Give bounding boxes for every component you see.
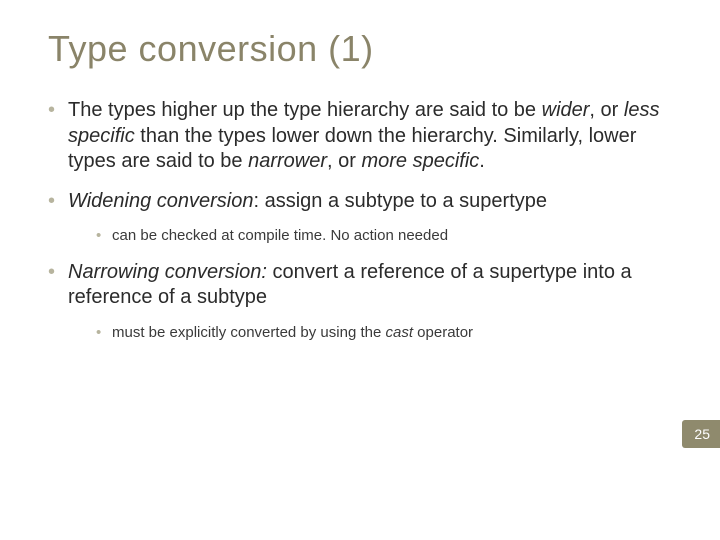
sub-bullet-list: can be checked at compile time. No actio… xyxy=(68,226,672,246)
text: The types higher up the type hierarchy a… xyxy=(68,99,542,121)
text-italic: wider xyxy=(542,99,590,121)
slide-title: Type conversion (1) xyxy=(48,28,672,70)
page-number-badge: 25 xyxy=(682,420,720,448)
text: can be checked at compile time. No actio… xyxy=(112,227,448,244)
bullet-item: Widening conversion: assign a subtype to… xyxy=(48,189,672,246)
text: must be explicitly converted by using th… xyxy=(112,324,385,341)
bullet-item: The types higher up the type hierarchy a… xyxy=(48,98,672,175)
text-italic: more specific xyxy=(361,150,479,172)
text: operator xyxy=(413,324,473,341)
slide: Type conversion (1) The types higher up … xyxy=(0,0,720,540)
sub-bullet-item: must be explicitly converted by using th… xyxy=(96,323,672,343)
bullet-item: Narrowing conversion: convert a referenc… xyxy=(48,260,672,343)
text: , or xyxy=(327,150,361,172)
text: : assign a subtype to a supertype xyxy=(253,190,547,212)
text-italic: narrower xyxy=(248,150,327,172)
bullet-list: The types higher up the type hierarchy a… xyxy=(48,98,672,343)
sub-bullet-list: must be explicitly converted by using th… xyxy=(68,323,672,343)
sub-bullet-item: can be checked at compile time. No actio… xyxy=(96,226,672,246)
text-italic: cast xyxy=(385,324,413,341)
text: , or xyxy=(589,99,623,121)
text-italic: Narrowing conversion: xyxy=(68,261,267,283)
text: . xyxy=(479,150,485,172)
text-italic: Widening conversion xyxy=(68,190,253,212)
